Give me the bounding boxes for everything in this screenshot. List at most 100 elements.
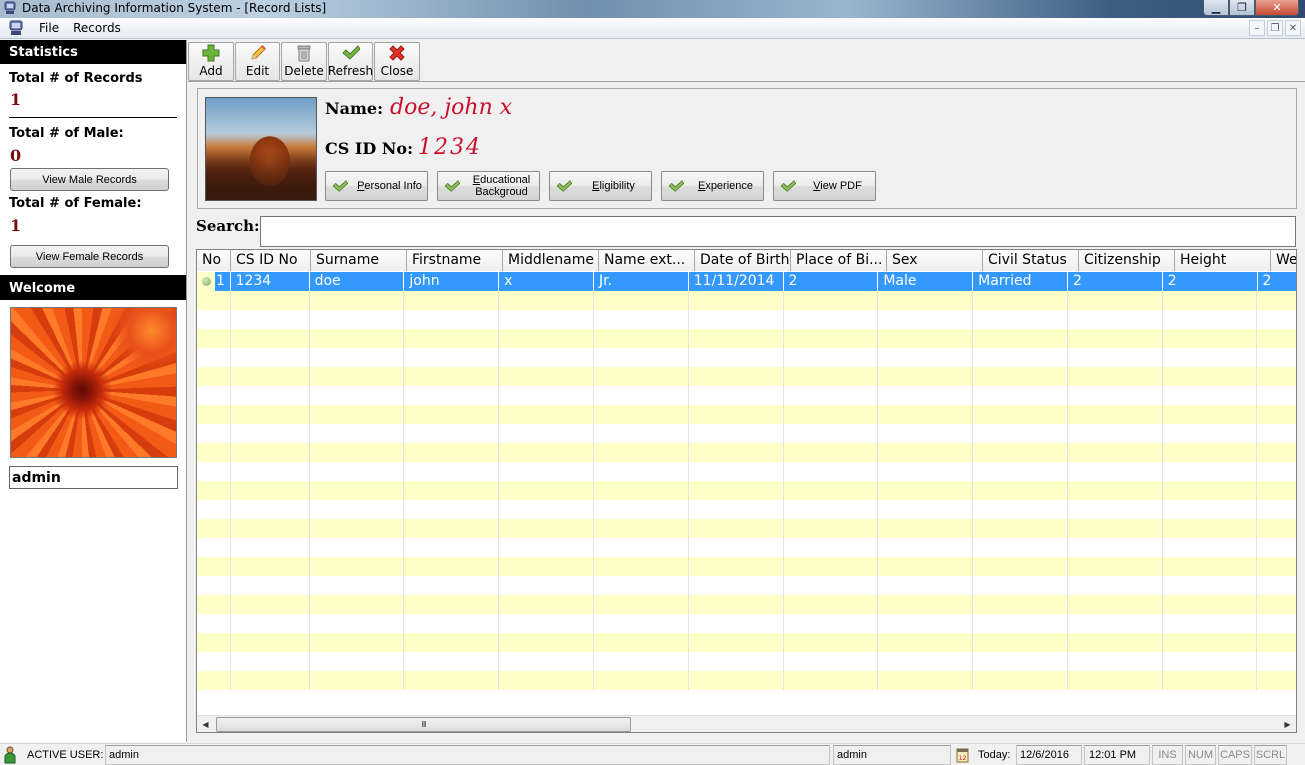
table-cell[interactable] <box>1068 424 1163 443</box>
table-cell[interactable] <box>1163 405 1258 424</box>
table-cell[interactable] <box>1257 633 1296 652</box>
table-cell[interactable] <box>1068 633 1163 652</box>
table-cell[interactable] <box>404 576 500 595</box>
table-cell[interactable] <box>1068 557 1163 576</box>
table-cell[interactable] <box>499 405 594 424</box>
table-cell[interactable] <box>689 462 784 481</box>
table-cell[interactable]: Male <box>878 272 974 291</box>
table-cell[interactable] <box>689 576 784 595</box>
table-cell[interactable] <box>689 538 784 557</box>
table-cell[interactable] <box>404 405 500 424</box>
table-cell[interactable] <box>197 671 231 690</box>
table-cell[interactable] <box>973 576 1068 595</box>
table-cell[interactable] <box>231 310 310 329</box>
table-cell[interactable] <box>784 310 879 329</box>
table-cell[interactable] <box>689 310 784 329</box>
table-cell[interactable] <box>310 500 405 519</box>
table-cell[interactable] <box>594 557 689 576</box>
table-cell[interactable] <box>784 329 879 348</box>
table-cell[interactable] <box>404 595 500 614</box>
table-cell[interactable] <box>404 386 500 405</box>
table-cell[interactable] <box>784 576 879 595</box>
table-cell[interactable] <box>594 481 689 500</box>
table-cell[interactable] <box>404 367 500 386</box>
table-cell[interactable] <box>594 538 689 557</box>
table-cell[interactable] <box>197 348 231 367</box>
table-cell[interactable] <box>197 424 231 443</box>
table-cell[interactable] <box>594 405 689 424</box>
table-cell[interactable] <box>1068 386 1163 405</box>
table-cell[interactable] <box>784 633 879 652</box>
window-restore-button[interactable]: ❐ <box>1229 0 1255 16</box>
table-cell[interactable] <box>231 652 310 671</box>
table-cell[interactable] <box>404 652 500 671</box>
table-cell[interactable] <box>197 633 231 652</box>
table-cell[interactable] <box>310 671 405 690</box>
table-cell[interactable] <box>1068 576 1163 595</box>
table-cell[interactable] <box>878 633 974 652</box>
table-cell[interactable] <box>1068 652 1163 671</box>
column-header-date-of-birth[interactable]: Date of Birth <box>695 250 791 271</box>
empty-table-row[interactable] <box>197 367 1296 386</box>
table-cell[interactable] <box>499 652 594 671</box>
table-cell[interactable] <box>231 348 310 367</box>
empty-table-row[interactable] <box>197 557 1296 576</box>
table-cell[interactable] <box>594 671 689 690</box>
table-cell[interactable] <box>310 614 405 633</box>
table-cell[interactable]: 2 <box>784 272 879 291</box>
table-cell[interactable] <box>973 671 1068 690</box>
table-cell[interactable] <box>499 348 594 367</box>
mdi-restore-button[interactable]: ❐ <box>1267 20 1283 36</box>
table-cell[interactable] <box>231 462 310 481</box>
table-cell[interactable] <box>878 462 974 481</box>
table-cell[interactable] <box>197 481 231 500</box>
table-cell[interactable] <box>197 329 231 348</box>
column-header-surname[interactable]: Surname <box>311 250 407 271</box>
table-cell[interactable] <box>973 557 1068 576</box>
table-cell[interactable]: 11/11/2014 <box>689 272 784 291</box>
table-cell[interactable] <box>1257 405 1296 424</box>
empty-table-row[interactable] <box>197 481 1296 500</box>
table-cell[interactable] <box>878 557 974 576</box>
table-cell[interactable] <box>1068 310 1163 329</box>
table-cell[interactable] <box>594 519 689 538</box>
search-input[interactable] <box>260 216 1296 247</box>
column-header-firstname[interactable]: Firstname <box>407 250 503 271</box>
table-cell[interactable] <box>231 424 310 443</box>
column-header-civil-status[interactable]: Civil Status <box>983 250 1079 271</box>
horizontal-scrollbar[interactable]: ◀ III ▶ <box>197 715 1296 732</box>
table-cell[interactable] <box>1163 462 1258 481</box>
table-cell[interactable] <box>197 443 231 462</box>
table-cell[interactable] <box>594 500 689 519</box>
table-cell[interactable] <box>1163 652 1258 671</box>
table-cell[interactable] <box>197 595 231 614</box>
table-cell[interactable] <box>689 405 784 424</box>
table-cell[interactable] <box>197 500 231 519</box>
table-cell[interactable] <box>594 329 689 348</box>
table-cell[interactable] <box>1163 443 1258 462</box>
table-cell[interactable] <box>878 310 974 329</box>
table-cell[interactable] <box>1068 481 1163 500</box>
column-header-no[interactable]: No <box>197 250 231 271</box>
table-cell[interactable] <box>404 671 500 690</box>
table-cell[interactable] <box>404 462 500 481</box>
table-cell[interactable] <box>689 348 784 367</box>
table-cell[interactable] <box>594 652 689 671</box>
empty-table-row[interactable] <box>197 595 1296 614</box>
table-cell[interactable] <box>689 500 784 519</box>
empty-table-row[interactable] <box>197 348 1296 367</box>
table-cell[interactable] <box>404 443 500 462</box>
table-cell[interactable] <box>197 367 231 386</box>
table-cell[interactable] <box>973 614 1068 633</box>
table-cell[interactable] <box>231 481 310 500</box>
empty-table-row[interactable] <box>197 310 1296 329</box>
table-cell[interactable] <box>1163 557 1258 576</box>
table-cell[interactable] <box>231 519 310 538</box>
table-cell[interactable] <box>784 348 879 367</box>
table-cell[interactable] <box>1068 519 1163 538</box>
table-cell[interactable] <box>404 519 500 538</box>
table-cell[interactable] <box>973 405 1068 424</box>
table-cell[interactable]: doe <box>310 272 405 291</box>
refresh-button[interactable]: Refresh <box>328 42 373 81</box>
table-cell[interactable] <box>1257 538 1296 557</box>
